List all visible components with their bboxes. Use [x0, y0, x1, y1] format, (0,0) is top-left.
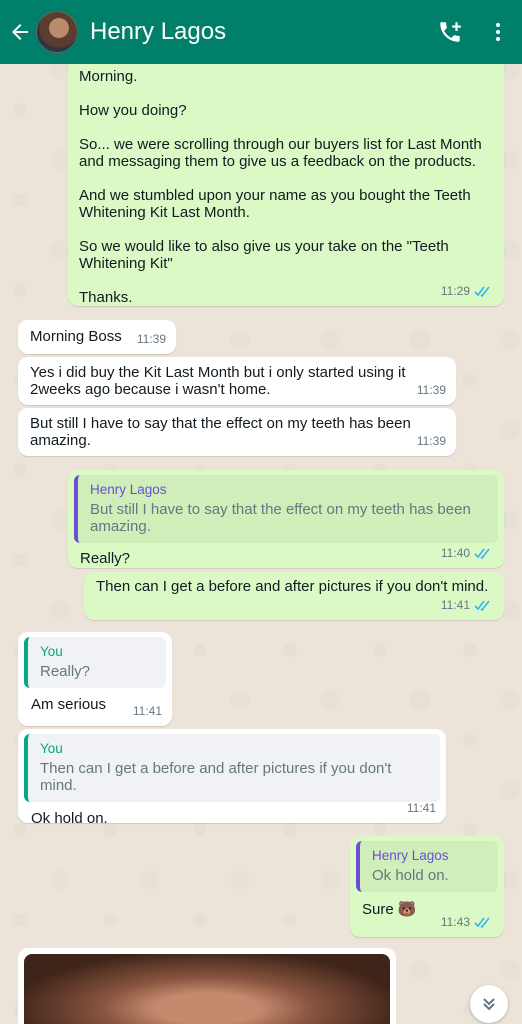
- chat-header: Henry Lagos: [0, 0, 522, 64]
- message-incoming[interactable]: But still I have to say that the effect …: [18, 408, 456, 456]
- quoted-message[interactable]: You Really?: [24, 637, 166, 688]
- message-meta: 11:43: [441, 914, 494, 931]
- quoted-text: Really?: [40, 663, 91, 680]
- message-incoming-reply[interactable]: You Then can I get a before and after pi…: [18, 729, 446, 827]
- add-call-icon: [440, 22, 461, 42]
- quoted-author: Henry Lagos: [90, 482, 167, 497]
- read-ticks-icon: [474, 548, 490, 559]
- message-text: Ok hold on.: [31, 810, 108, 827]
- quoted-message[interactable]: You Then can I get a before and after pi…: [24, 734, 440, 802]
- message-time: 11:41: [132, 704, 162, 718]
- message-meta: 11:40: [441, 545, 494, 562]
- more-options-button[interactable]: [474, 0, 522, 64]
- quoted-author: Henry Lagos: [372, 848, 449, 863]
- message-time: 11:43: [440, 915, 470, 929]
- add-call-button[interactable]: [426, 0, 474, 64]
- read-ticks-icon: [474, 286, 490, 297]
- back-arrow-icon: [12, 24, 28, 40]
- message-outgoing-reply[interactable]: Henry Lagos Ok hold on. Sure 🐻 11:43: [350, 836, 504, 937]
- message-time: 11:39: [416, 383, 446, 397]
- message-time: 11:41: [406, 801, 436, 815]
- image-message[interactable]: [18, 948, 396, 1024]
- message-time: 11:41: [440, 598, 470, 612]
- message-incoming[interactable]: Yes i did buy the Kit Last Month but i o…: [18, 357, 456, 405]
- message-outgoing[interactable]: Then can I get a before and after pictur…: [84, 572, 504, 620]
- message-text: Then can I get a before and after pictur…: [96, 578, 489, 595]
- more-options-icon: [496, 23, 500, 41]
- message-meta: 11:39: [137, 331, 166, 348]
- message-meta: 11:39: [417, 433, 446, 450]
- read-ticks-icon: [474, 600, 490, 611]
- message-text: Morning Boss: [30, 328, 122, 345]
- message-text: But still I have to say that the effect …: [30, 415, 411, 449]
- message-text: Morning. How you doing? So... we were sc…: [79, 68, 482, 306]
- contact-name[interactable]: Henry Lagos: [90, 18, 426, 46]
- message-meta: 11:41: [441, 597, 494, 614]
- message-meta: 11:29: [441, 283, 494, 300]
- message-time: 11:40: [440, 546, 470, 560]
- quoted-text: But still I have to say that the effect …: [90, 501, 471, 535]
- message-text: Yes i did buy the Kit Last Month but i o…: [30, 364, 406, 398]
- message-text: Really?: [80, 550, 131, 567]
- quoted-text: Then can I get a before and after pictur…: [40, 760, 392, 794]
- message-incoming-reply[interactable]: You Really? Am serious 11:41: [18, 632, 172, 726]
- shared-photo[interactable]: [24, 954, 390, 1024]
- message-time: 11:29: [440, 284, 470, 298]
- scroll-to-bottom-button[interactable]: [470, 985, 508, 1023]
- message-meta: 11:41: [407, 800, 436, 817]
- contact-avatar[interactable]: [36, 11, 78, 53]
- read-ticks-icon: [474, 917, 490, 928]
- quoted-message[interactable]: Henry Lagos But still I have to say that…: [74, 475, 498, 543]
- message-meta: 11:41: [133, 703, 162, 720]
- message-time: 11:39: [416, 434, 446, 448]
- quoted-message[interactable]: Henry Lagos Ok hold on.: [356, 841, 498, 892]
- quoted-text: Ok hold on.: [372, 867, 449, 884]
- message-incoming[interactable]: Morning Boss 11:39: [18, 320, 176, 354]
- message-meta: 11:39: [417, 382, 446, 399]
- back-button[interactable]: [2, 0, 38, 64]
- quoted-author: You: [40, 741, 63, 756]
- message-outgoing-reply[interactable]: Henry Lagos But still I have to say that…: [68, 470, 504, 568]
- message-time: 11:39: [136, 332, 166, 346]
- quoted-author: You: [40, 644, 63, 659]
- message-outgoing[interactable]: Morning. How you doing? So... we were sc…: [68, 54, 504, 306]
- double-chevron-down-icon: [483, 998, 495, 1011]
